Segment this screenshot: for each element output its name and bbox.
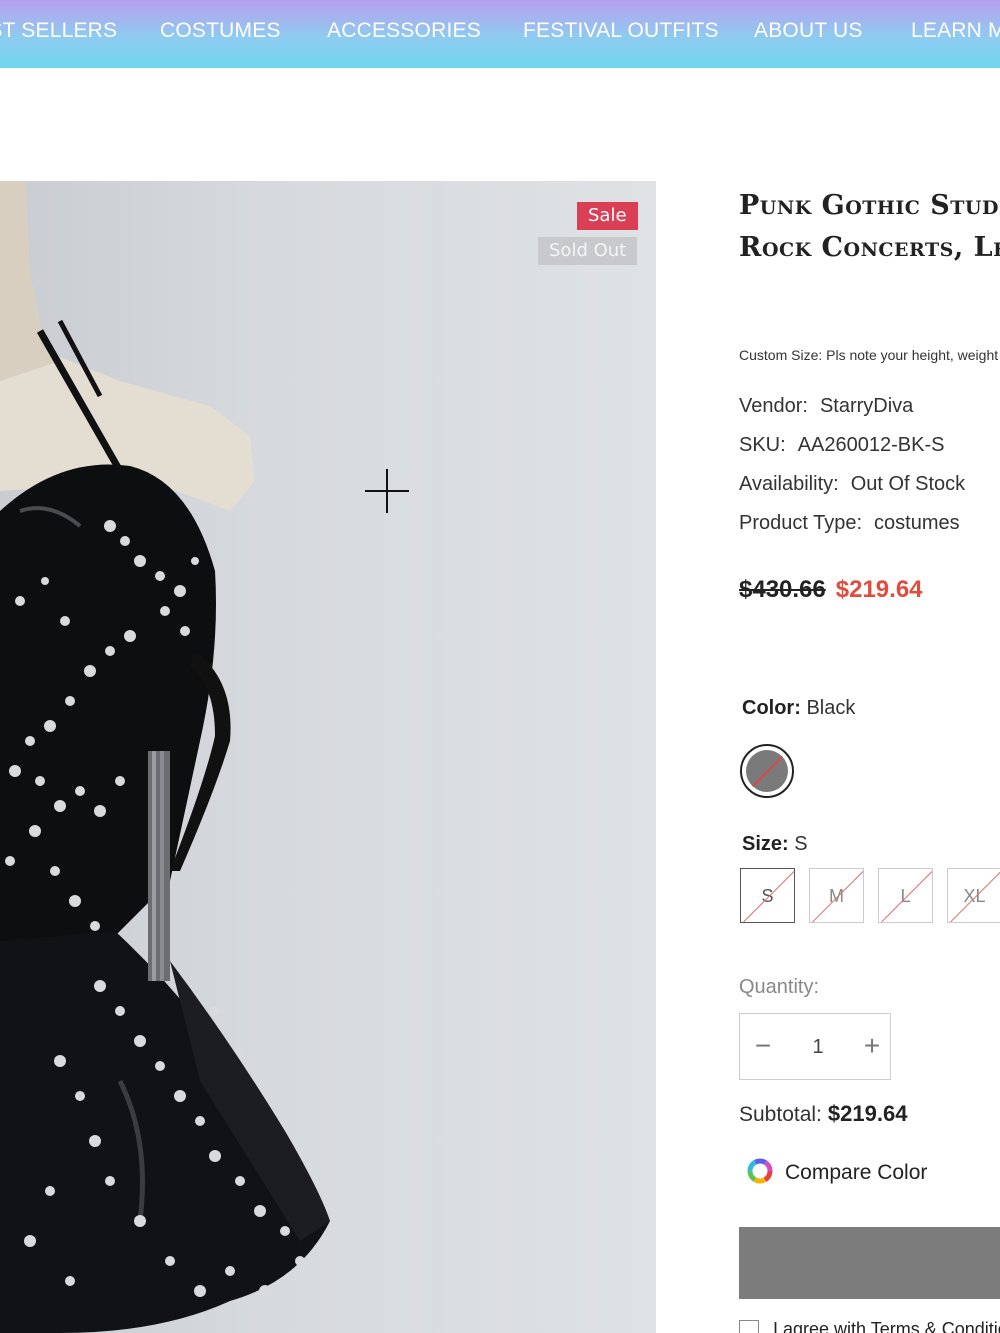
product-info: Punk Gothic Studded Rock Concerts, Le Cu… bbox=[739, 181, 1000, 1333]
size-option-label: Size: S bbox=[742, 833, 808, 856]
swatch-unavailable-icon bbox=[746, 750, 788, 792]
size-option-m[interactable]: M bbox=[809, 868, 864, 923]
sku-row: SKU: AA260012-BK-S bbox=[739, 434, 944, 457]
zoom-crosshair-icon bbox=[365, 469, 409, 513]
sale-price: $219.64 bbox=[835, 576, 923, 603]
terms-checkbox[interactable] bbox=[739, 1320, 759, 1333]
product-image[interactable]: Sale Sold Out bbox=[0, 181, 656, 1333]
product-title-line-1: Punk Gothic Studded bbox=[739, 190, 1000, 221]
product-type-label: Product Type: bbox=[739, 512, 863, 534]
original-price: $430.66 bbox=[739, 576, 826, 603]
product-title: Punk Gothic Studded Rock Concerts, Le bbox=[739, 185, 1000, 269]
terms-agreement: I agree with Terms & Conditions bbox=[739, 1319, 1000, 1333]
size-option-xl[interactable]: XL bbox=[947, 868, 1000, 923]
sale-badge: Sale bbox=[577, 202, 638, 230]
size-option-l[interactable]: L bbox=[878, 868, 933, 923]
price: $430.66 $219.64 bbox=[739, 576, 923, 604]
vendor-row: Vendor: StarryDiva bbox=[739, 395, 913, 418]
size-label: Size: bbox=[742, 833, 789, 855]
color-value: Black bbox=[806, 697, 856, 719]
nav-accessories[interactable]: ACCESSORIES bbox=[327, 19, 481, 43]
nav-festival-outfits[interactable]: FESTIVAL OUTFITS bbox=[523, 19, 719, 43]
product-title-line-2: Rock Concerts, Le bbox=[739, 232, 1000, 263]
vendor-value[interactable]: StarryDiva bbox=[820, 395, 913, 417]
sku-label: SKU: bbox=[739, 434, 786, 456]
quantity-label: Quantity: bbox=[739, 976, 820, 998]
product-type-row: Product Type: costumes bbox=[739, 512, 960, 535]
color-label: Color: bbox=[742, 697, 801, 719]
quantity-stepper: − 1 + bbox=[739, 1013, 891, 1080]
quantity-decrease-button[interactable]: − bbox=[748, 1030, 778, 1062]
size-option-s[interactable]: S bbox=[740, 868, 795, 923]
add-to-cart-button[interactable] bbox=[739, 1227, 1000, 1299]
availability-label: Availability: bbox=[739, 473, 839, 495]
compare-color-label: Compare Color bbox=[785, 1161, 928, 1184]
nav-about-us[interactable]: ABOUT US bbox=[754, 19, 863, 43]
sold-out-badge: Sold Out bbox=[538, 237, 638, 265]
availability-value: Out Of Stock bbox=[850, 473, 966, 495]
product-photo-illustration bbox=[0, 181, 330, 1333]
terms-label: I agree with Terms & Conditions bbox=[773, 1319, 1000, 1333]
subtotal: Subtotal: $219.64 bbox=[739, 1101, 907, 1127]
product-type-value[interactable]: costumes bbox=[874, 512, 960, 534]
color-option-label: Color: Black bbox=[742, 697, 855, 720]
custom-size-note: Custom Size: Pls note your height, weigh… bbox=[739, 347, 999, 363]
nav-costumes[interactable]: COSTUMES bbox=[160, 19, 281, 43]
quantity-increase-button[interactable]: + bbox=[857, 1030, 887, 1062]
nav-best-sellers[interactable]: BEST SELLERS bbox=[0, 19, 117, 43]
color-wheel-icon bbox=[747, 1158, 773, 1184]
quantity-input[interactable]: 1 bbox=[798, 1036, 838, 1059]
top-navigation: BEST SELLERS COSTUMES ACCESSORIES FESTIV… bbox=[0, 0, 1000, 68]
color-swatch-black[interactable] bbox=[740, 744, 794, 798]
subtotal-value: $219.64 bbox=[827, 1101, 908, 1126]
sku-value: AA260012-BK-S bbox=[797, 434, 945, 456]
size-value: S bbox=[794, 833, 808, 855]
subtotal-label: Subtotal: bbox=[739, 1103, 822, 1126]
availability-row: Availability: Out Of Stock bbox=[739, 473, 965, 496]
vendor-label: Vendor: bbox=[739, 395, 808, 417]
nav-learn-more[interactable]: LEARN MORE bbox=[911, 19, 1000, 43]
compare-color-link[interactable]: Compare Color bbox=[747, 1158, 928, 1185]
